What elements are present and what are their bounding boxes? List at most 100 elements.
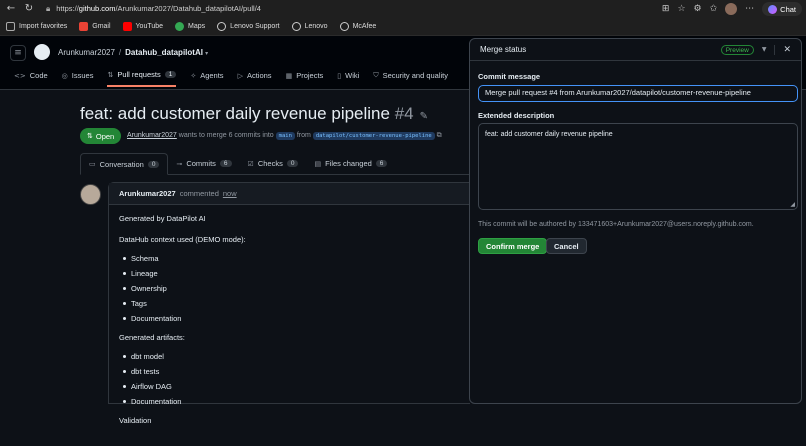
- tab-security[interactable]: ⛉ Security and quality: [373, 70, 448, 87]
- list-item: Documentation: [123, 314, 460, 323]
- tab-issues[interactable]: ◎ Issues: [62, 70, 94, 87]
- youtube-icon: [122, 22, 132, 31]
- globe-icon: [217, 22, 227, 31]
- tab-projects[interactable]: ▦ Projects: [286, 70, 324, 87]
- list-item: dbt tests: [123, 367, 460, 376]
- tab-code[interactable]: <> Code: [14, 70, 48, 87]
- preview-badge: Preview: [720, 44, 754, 55]
- repo-nav: <> Code ◎ Issues ⇅ Pull requests 1 ✧ Agents ▷…: [14, 70, 448, 87]
- checks-icon: ☑: [247, 159, 254, 168]
- list-item: Schema: [123, 254, 460, 263]
- browser-toolbar: ← ↻ 🔒︎ https://github.com/Arunkumar2027/…: [0, 0, 806, 18]
- confirm-merge-button[interactable]: Confirm merge: [478, 238, 548, 254]
- chevron-down-icon[interactable]: ▼: [762, 46, 767, 53]
- extended-description-textarea[interactable]: feat: add customer daily revenue pipelin…: [478, 123, 798, 210]
- commit-message-label: Commit message: [478, 72, 541, 81]
- menu-icon[interactable]: ≡: [10, 45, 26, 61]
- tab-actions[interactable]: ▷ Actions: [238, 70, 272, 87]
- bookmark-item[interactable]: Import favorites: [6, 22, 67, 31]
- list-item: Documentation: [123, 397, 460, 406]
- gmail-icon: [79, 22, 89, 31]
- refresh-icon[interactable]: ↻: [22, 2, 36, 16]
- panel-title: Merge status: [480, 45, 527, 54]
- code-icon: <>: [14, 71, 26, 80]
- wiki-icon: ▯: [337, 71, 342, 80]
- comment-icon: ▭: [89, 160, 96, 168]
- copy-icon[interactable]: ⧉: [437, 131, 442, 139]
- pr-meta: Arunkumar2027 wants to merge 6 commits i…: [127, 131, 442, 140]
- close-icon[interactable]: ✕: [783, 45, 791, 55]
- tab-pull-requests[interactable]: ⇅ Pull requests 1: [107, 70, 177, 87]
- tab-files-changed[interactable]: ▤ Files changed 6: [306, 153, 395, 174]
- file-diff-icon: ▤: [314, 159, 322, 168]
- status-badge: ⇅ Open: [80, 128, 122, 144]
- globe-icon: [339, 22, 349, 31]
- panel-header: Merge status Preview ▼ ✕: [470, 39, 801, 61]
- resize-handle-icon[interactable]: ◢: [790, 201, 795, 208]
- count-badge: 1: [164, 71, 177, 78]
- more-icon[interactable]: ⋯: [745, 4, 754, 14]
- list-item: Lineage: [123, 269, 460, 278]
- chat-button[interactable]: Chat: [762, 2, 802, 16]
- bookmark-item[interactable]: Gmail: [79, 22, 111, 31]
- url-text: https://github.com/Arunkumar2027/Datahub…: [56, 4, 261, 13]
- extended-description-label: Extended description: [478, 111, 555, 120]
- pull-request-icon: ⇅: [107, 70, 114, 79]
- bookmarks-bar: Import favorites Gmail YouTube Maps Leno…: [0, 18, 806, 36]
- import-icon: [6, 22, 15, 31]
- repo-owner-link[interactable]: Arunkumar2027: [58, 48, 115, 57]
- shield-icon: ⛉: [373, 71, 379, 79]
- merge-status-panel: Merge status Preview ▼ ✕ Commit message …: [469, 38, 802, 404]
- pr-number: #4: [394, 104, 414, 123]
- pull-request-icon: ⇅: [87, 132, 93, 140]
- commit-message-input[interactable]: Merge pull request #4 from Arunkumar2027…: [478, 85, 798, 102]
- divider: [774, 44, 776, 55]
- cancel-button[interactable]: Cancel: [546, 238, 587, 254]
- bookmark-item[interactable]: Maps: [175, 22, 205, 31]
- edit-icon[interactable]: ✎: [420, 111, 428, 122]
- avatar[interactable]: [725, 3, 738, 15]
- maps-icon: [175, 22, 185, 31]
- tab-conversation[interactable]: ▭ Conversation 0: [80, 153, 169, 175]
- extensions-icon[interactable]: ⚙: [694, 4, 702, 14]
- comment-box: Arunkumar2027 commented now Generated by…: [108, 182, 470, 425]
- github-logo-icon[interactable]: [34, 44, 50, 60]
- tab-commits[interactable]: ⊸ Commits 6: [168, 153, 239, 174]
- projects-icon: ▦: [285, 71, 293, 80]
- actions-icon: ▷: [237, 71, 243, 80]
- bookmark-item[interactable]: Lenovo Support: [217, 22, 280, 31]
- bookmark-item[interactable]: YouTube: [122, 22, 163, 31]
- comment-body: Generated by DataPilot AI DataHub contex…: [109, 205, 470, 446]
- tab-wiki[interactable]: ▯ Wiki: [337, 70, 359, 87]
- head-branch[interactable]: datapilot/customer-revenue-pipeline: [312, 132, 435, 140]
- address-bar[interactable]: 🔒︎ https://github.com/Arunkumar2027/Data…: [46, 2, 676, 16]
- grid-icon[interactable]: ⊞: [662, 4, 670, 14]
- avatar[interactable]: [80, 184, 101, 205]
- star-icon[interactable]: ☆: [677, 4, 685, 14]
- back-icon[interactable]: ←: [4, 2, 18, 16]
- pr-tabs: ▭ Conversation 0 ⊸ Commits 6 ☑ Checks 0 ▤ Files…: [80, 153, 470, 175]
- agents-icon: ✧: [190, 71, 197, 80]
- list-item: Airflow DAG: [123, 382, 460, 391]
- author-note: This commit will be authored by 13347160…: [478, 221, 754, 228]
- chevron-down-icon[interactable]: ▾: [205, 50, 208, 57]
- context-list: Schema Lineage Ownership Tags Documentat…: [123, 254, 460, 323]
- lock-icon: 🔒︎: [46, 4, 51, 13]
- list-item: Ownership: [123, 284, 460, 293]
- comment-header: Arunkumar2027 commented now: [109, 183, 470, 205]
- commit-icon: ⊸: [176, 159, 183, 168]
- page-title: feat: add customer daily revenue pipelin…: [80, 104, 429, 123]
- author-link[interactable]: Arunkumar2027: [127, 132, 177, 139]
- comment-author[interactable]: Arunkumar2027: [119, 189, 176, 198]
- bookmark-item[interactable]: McAfee: [339, 22, 376, 31]
- repo-name-link[interactable]: Datahub_datapilotAI: [125, 48, 203, 57]
- tab-agents[interactable]: ✧ Agents: [190, 70, 223, 87]
- comment-timestamp[interactable]: now: [223, 189, 237, 198]
- tab-checks[interactable]: ☑ Checks 0: [240, 153, 307, 174]
- base-branch[interactable]: main: [275, 132, 295, 140]
- artifacts-list: dbt model dbt tests Airflow DAG Document…: [123, 352, 460, 406]
- favorites-icon[interactable]: ✩: [710, 4, 718, 14]
- copilot-icon: [768, 4, 778, 14]
- bookmark-item[interactable]: Lenovo: [291, 22, 328, 31]
- breadcrumb: Arunkumar2027/Datahub_datapilotAI ▾: [58, 48, 209, 57]
